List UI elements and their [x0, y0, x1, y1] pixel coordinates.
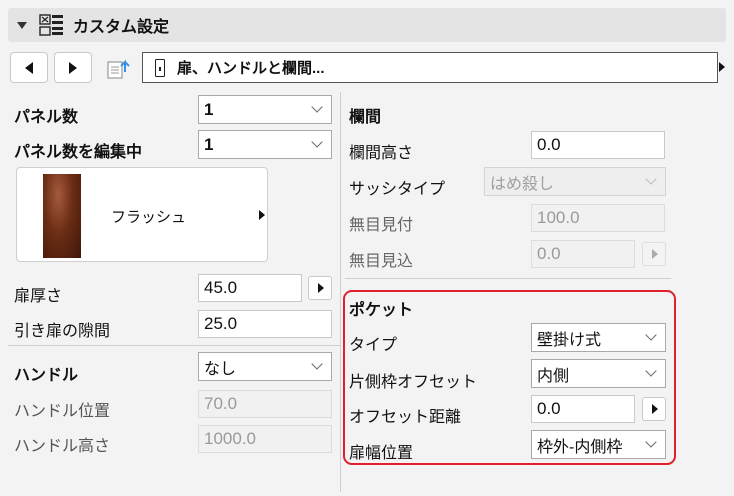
flush-panel-preview: [43, 174, 81, 258]
chevron-down-icon: [645, 329, 657, 341]
door-thickness-label: 扉厚さ: [14, 288, 63, 305]
handle-height-label: ハンドル高さ: [14, 438, 111, 455]
apply-settings-button[interactable]: [100, 52, 138, 83]
chevron-down-icon: [311, 358, 323, 370]
side-frame-offset-dropdown[interactable]: 内側: [531, 359, 666, 388]
document-upload-icon: [107, 59, 130, 79]
column-divider: [340, 92, 341, 492]
panel-type-arrow-icon[interactable]: [259, 210, 265, 220]
door-thickness-input[interactable]: 45.0: [198, 274, 302, 302]
panel-editing-value: 1: [204, 134, 214, 154]
sash-type-label: サッシタイプ: [349, 181, 446, 198]
offset-distance-arrow-button[interactable]: [642, 397, 666, 421]
door-icon: [155, 58, 165, 77]
mullion-width-label: 無目見付: [349, 217, 414, 234]
transom-section-title: 欄間: [349, 109, 382, 126]
panel-count-label: パネル数: [14, 109, 79, 126]
previous-button[interactable]: [10, 52, 48, 83]
custom-settings-header[interactable]: カスタム設定: [8, 8, 726, 42]
toolbar: 扉、ハンドルと欄間...: [8, 50, 726, 84]
handle-dropdown[interactable]: なし: [198, 352, 332, 381]
panel-type-selector[interactable]: フラッシュ: [16, 167, 268, 262]
pocket-type-label: タイプ: [349, 337, 398, 354]
mullion-width-input[interactable]: 100.0: [531, 204, 665, 232]
triangle-right-icon: [652, 404, 658, 414]
arrow-right-icon: [69, 61, 77, 74]
custom-settings-icon: [39, 14, 63, 36]
panel-type-name: フラッシュ: [111, 209, 187, 226]
side-frame-offset-value: 内側: [537, 367, 570, 385]
handle-position-label: ハンドル位置: [14, 403, 111, 420]
breadcrumb-expand-icon[interactable]: [719, 62, 725, 72]
element-breadcrumb[interactable]: 扉、ハンドルと欄間...: [142, 52, 718, 83]
chevron-down-icon: [645, 436, 657, 448]
pocket-section-title: ポケット: [349, 302, 414, 319]
triangle-right-icon: [652, 249, 658, 259]
breadcrumb-text: 扉、ハンドルと欄間...: [177, 60, 325, 77]
sliding-gap-label: 引き扉の隙間: [14, 323, 111, 340]
offset-distance-label: オフセット距離: [349, 409, 462, 426]
offset-distance-input[interactable]: 0.0: [531, 395, 635, 423]
left-divider: [8, 345, 340, 346]
pocket-type-value: 壁掛け式: [537, 331, 602, 349]
chevron-down-icon: [311, 136, 323, 148]
chevron-down-icon: [311, 101, 323, 113]
panel-editing-label: パネル数を編集中: [14, 144, 143, 161]
door-width-position-label: 扉幅位置: [349, 445, 414, 462]
handle-value: なし: [204, 360, 237, 378]
handle-position-input[interactable]: 70.0: [198, 390, 332, 418]
door-width-position-dropdown[interactable]: 枠外-内側枠: [531, 430, 666, 459]
collapse-triangle-icon[interactable]: [17, 21, 27, 29]
chevron-down-icon: [645, 173, 657, 185]
arrow-left-icon: [25, 61, 33, 74]
handle-height-input[interactable]: 1000.0: [198, 425, 332, 453]
right-divider: [345, 278, 671, 279]
pocket-type-dropdown[interactable]: 壁掛け式: [531, 323, 666, 352]
header-title: カスタム設定: [73, 19, 170, 36]
sash-type-value: はめ殺し: [490, 175, 555, 193]
transom-height-input[interactable]: 0.0: [531, 131, 665, 159]
door-width-position-value: 枠外-内側枠: [537, 438, 623, 456]
door-thickness-arrow-button[interactable]: [308, 276, 332, 300]
sliding-gap-input[interactable]: 25.0: [198, 310, 332, 338]
handle-label: ハンドル: [14, 367, 79, 384]
panel-editing-dropdown[interactable]: 1: [198, 130, 332, 159]
chevron-down-icon: [645, 365, 657, 377]
mullion-depth-arrow-button[interactable]: [642, 242, 666, 266]
side-frame-offset-label: 片側枠オフセット: [349, 374, 478, 391]
sash-type-dropdown[interactable]: はめ殺し: [484, 167, 666, 196]
panel-count-value: 1: [204, 99, 214, 119]
next-button[interactable]: [54, 52, 92, 83]
mullion-depth-label: 無目見込: [349, 253, 414, 270]
triangle-right-icon: [318, 283, 324, 293]
mullion-depth-input[interactable]: 0.0: [531, 240, 635, 268]
transom-height-label: 欄間高さ: [349, 145, 414, 162]
panel-count-dropdown[interactable]: 1: [198, 95, 332, 124]
